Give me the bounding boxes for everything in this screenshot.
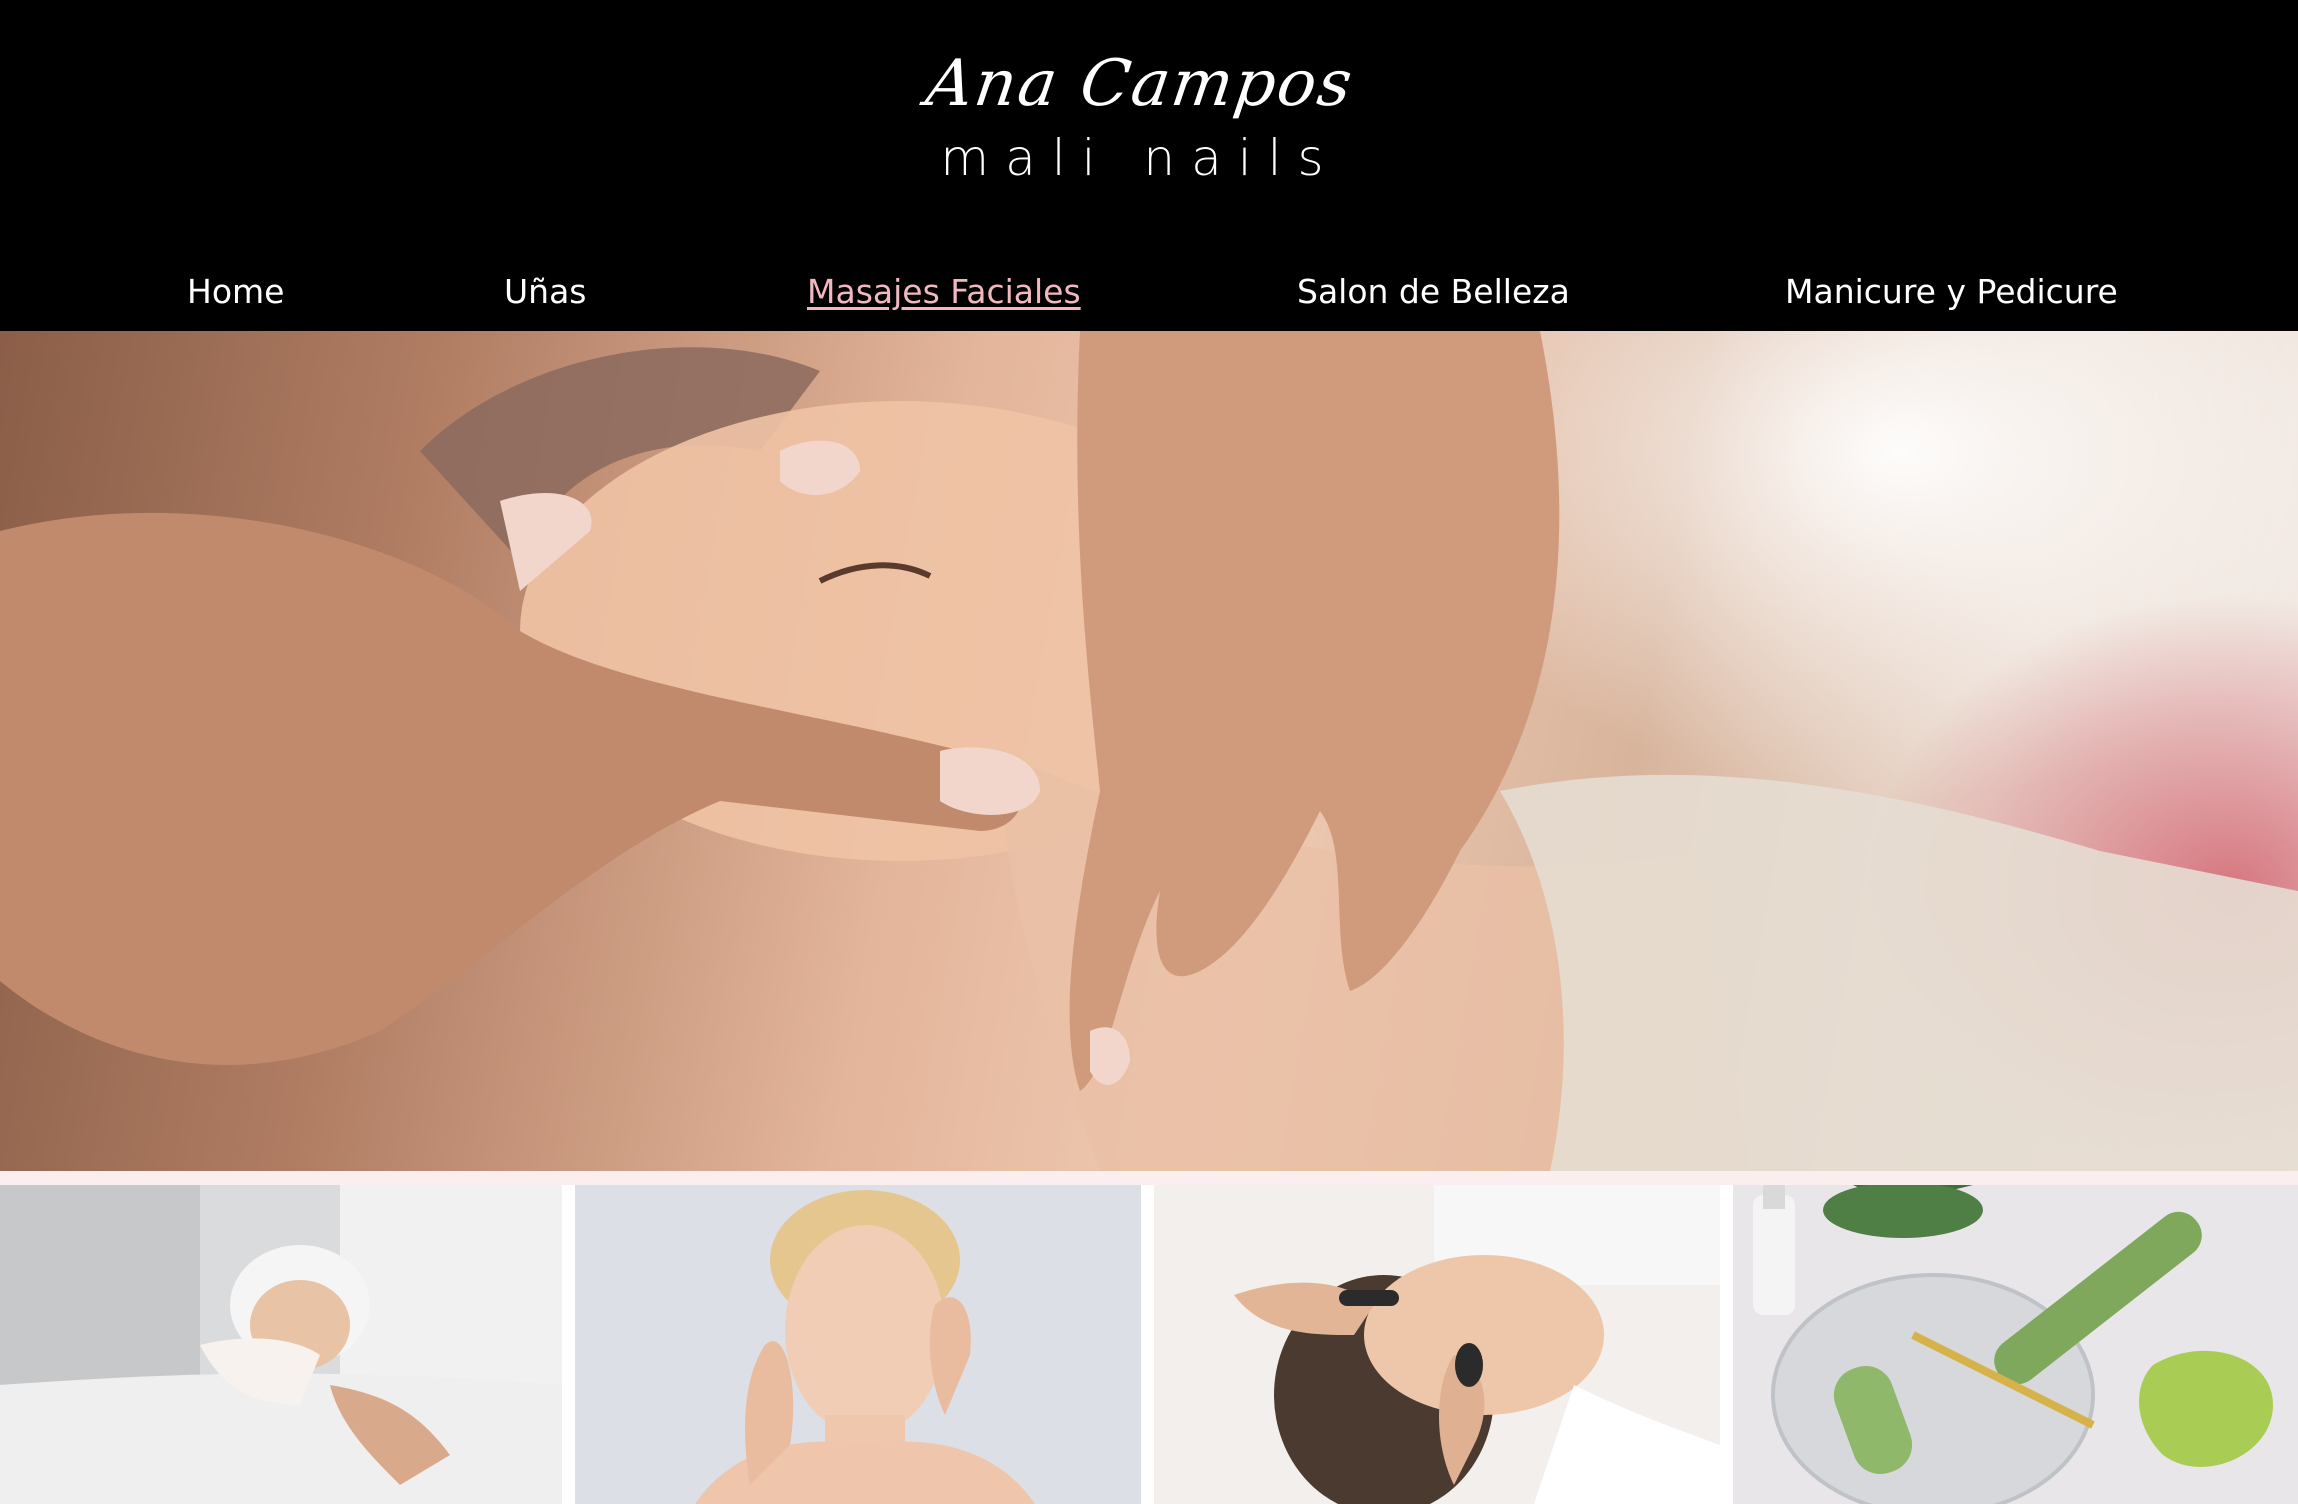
jade-roller-illustration [1733,1185,2298,1504]
gua-sha-massage-illustration [1154,1185,1720,1504]
nav-item-home[interactable]: Home [187,262,284,322]
nav-item-salon-de-belleza[interactable]: Salon de Belleza [1297,262,1570,322]
gallery-thumbnail-gua-sha-massage[interactable] [1154,1185,1720,1504]
gallery-thumbnail-skincare-woman[interactable] [575,1185,1141,1504]
gallery-thumbnail-facial-treatment[interactable] [0,1185,562,1504]
brand-logo-wordmark: mali nails [940,129,1340,187]
hero-image-facial-massage [0,331,2298,1171]
facial-treatment-illustration [0,1185,562,1504]
gallery-thumbnail-jade-roller[interactable] [1733,1185,2298,1504]
nav-item-masajes-faciales[interactable]: Masajes Faciales [807,262,1081,322]
hero-illustration [0,331,2298,1171]
section-divider [0,1171,2298,1185]
main-navigation: Home Uñas Masajes Faciales Salon de Bell… [0,262,2298,322]
site-header: Ana Campos mali nails Home Uñas Masajes … [0,0,2298,331]
brand-logo-script: Ana Campos [921,47,1359,121]
skincare-woman-illustration [575,1185,1141,1504]
nav-item-manicure-y-pedicure[interactable]: Manicure y Pedicure [1785,262,2118,322]
nav-item-unas[interactable]: Uñas [504,262,586,322]
brand-logo[interactable]: Ana Campos mali nails [900,40,1380,200]
